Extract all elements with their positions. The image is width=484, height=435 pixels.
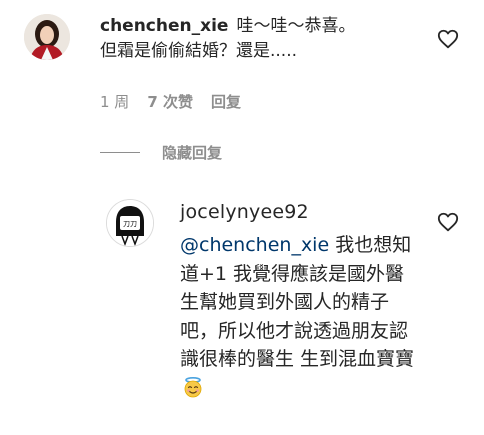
- avatar-text: 刀刀: [123, 220, 137, 228]
- comment-text-line2: 但霜是偷偷結婚？還是.....: [100, 41, 298, 61]
- replies-divider: [100, 152, 140, 153]
- comment-text: chenchen_xie 哇～哇～恭喜。 但霜是偷偷結婚？還是.....: [100, 14, 430, 64]
- avatar[interactable]: [24, 14, 70, 60]
- comment-text-line1: 哇～哇～恭喜。: [236, 16, 356, 36]
- reply-text: @chenchen_xie 我也想知道+1 我覺得應該是國外醫生幫她買到外國人的…: [180, 231, 420, 402]
- toggle-replies[interactable]: 隐藏回复: [100, 142, 222, 163]
- comment-meta: 1 周 7 次赞 回复: [100, 91, 241, 112]
- reply-avatar[interactable]: 刀刀: [106, 199, 154, 247]
- comment-likes[interactable]: 7 次赞: [147, 91, 193, 112]
- hide-replies-label[interactable]: 隐藏回复: [162, 142, 222, 163]
- smiling-face-with-halo-icon: [182, 376, 204, 398]
- reply-mention[interactable]: @chenchen_xie: [180, 234, 329, 256]
- comment-username[interactable]: chenchen_xie: [100, 16, 228, 36]
- comment-time: 1 周: [100, 93, 130, 111]
- like-heart-icon[interactable]: [437, 28, 459, 50]
- reply-like-heart-icon[interactable]: [437, 211, 459, 233]
- reply-button[interactable]: 回复: [211, 91, 241, 112]
- reply-username[interactable]: jocelynyee92: [180, 201, 309, 223]
